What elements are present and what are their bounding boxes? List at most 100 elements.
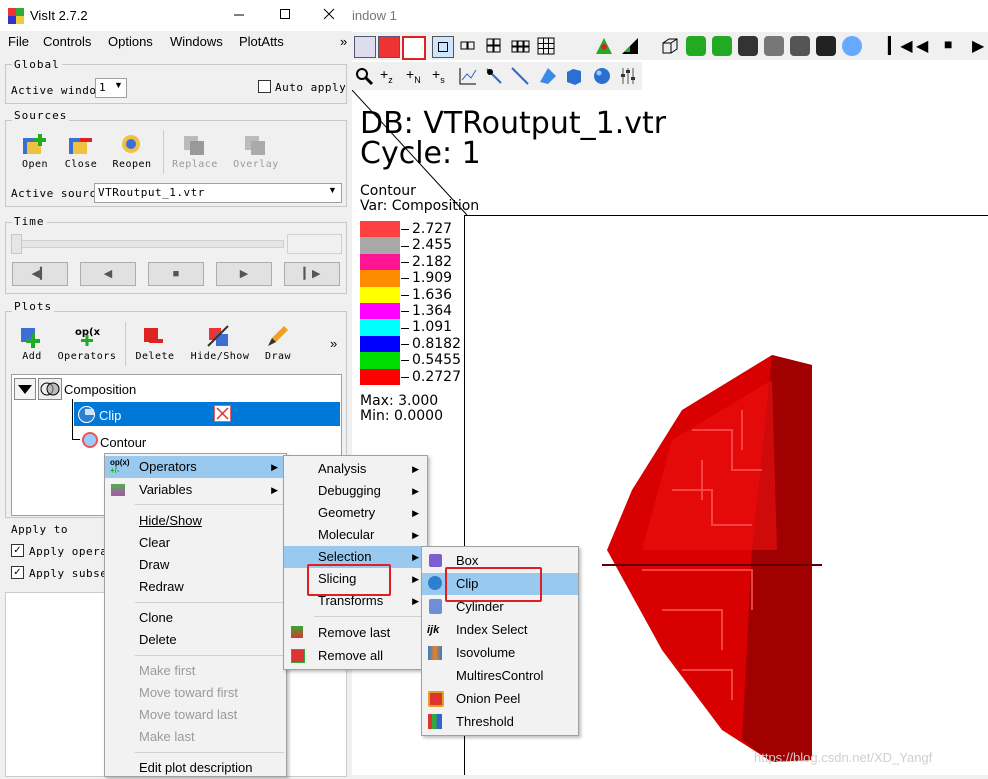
- step-forward-button[interactable]: ▎▶: [284, 262, 340, 286]
- time-state-field[interactable]: [287, 234, 342, 254]
- clear-window-icon[interactable]: [402, 36, 426, 60]
- spin-icon[interactable]: [686, 36, 706, 56]
- menu-item-clear[interactable]: Clear: [105, 532, 286, 554]
- plot-visibility-icon[interactable]: [38, 378, 62, 400]
- menu-separator: [135, 752, 284, 753]
- menu-item-molecular[interactable]: Molecular ▶: [284, 524, 427, 546]
- sliders-icon[interactable]: [618, 66, 638, 86]
- camera-icon-5[interactable]: [816, 36, 836, 56]
- menu-item-onion-peel[interactable]: Onion Peel: [422, 688, 578, 710]
- menu-item-analysis[interactable]: Analysis ▶: [284, 458, 427, 480]
- close-button[interactable]: [306, 4, 352, 26]
- menu-item-variables[interactable]: Variables ▶: [105, 479, 286, 501]
- plots-more-button[interactable]: »: [330, 336, 337, 351]
- add-n-icon[interactable]: +N: [406, 66, 426, 86]
- copy-window-icon[interactable]: [354, 36, 376, 58]
- operators-button[interactable]: op(x) Operators: [54, 324, 120, 364]
- menu-item-index-select[interactable]: ijk Index Select: [422, 619, 578, 641]
- prev-frame-icon[interactable]: ◀: [916, 36, 936, 56]
- stop-button[interactable]: ■: [148, 262, 204, 286]
- first-frame-icon[interactable]: ▎◀: [888, 36, 913, 56]
- stop-anim-icon[interactable]: ■: [944, 36, 964, 56]
- minimize-button[interactable]: [216, 4, 262, 26]
- menu-item-make-first[interactable]: Make first: [105, 660, 286, 682]
- lock-time-icon[interactable]: [620, 36, 640, 56]
- layout-1x2-icon[interactable]: [458, 36, 478, 56]
- menu-item-redraw[interactable]: Redraw: [105, 576, 286, 598]
- draw-button[interactable]: Draw: [258, 324, 298, 364]
- step-back-button[interactable]: ◀▎: [12, 262, 68, 286]
- menu-item-edit-plot-description[interactable]: Edit plot description: [105, 757, 286, 779]
- menu-item-draw[interactable]: Draw: [105, 554, 286, 576]
- menu-item-multirescontrol[interactable]: MultiresControl: [422, 665, 578, 687]
- hide-show-button[interactable]: Hide/Show: [190, 324, 250, 364]
- menu-item-isovolume[interactable]: Isovolume: [422, 642, 578, 664]
- box-tool-icon[interactable]: [564, 66, 584, 86]
- pick-icon[interactable]: [484, 66, 504, 86]
- auto-apply-checkbox[interactable]: [258, 80, 271, 93]
- menu-item-remove-all[interactable]: Remove all: [284, 645, 427, 667]
- open-button[interactable]: Open: [16, 132, 54, 172]
- menu-item-move-toward-first[interactable]: Move toward first: [105, 682, 286, 704]
- menu-item-hide-show[interactable]: Hide/Show: [105, 510, 286, 532]
- lock-view-icon[interactable]: [594, 36, 614, 56]
- next-frame-icon[interactable]: ▶: [972, 36, 988, 56]
- camera-icon-6[interactable]: [842, 36, 862, 56]
- legend-tick: [401, 294, 409, 296]
- time-slider[interactable]: [12, 240, 284, 248]
- plane-tool-icon[interactable]: [538, 66, 558, 86]
- replace-button[interactable]: Replace: [170, 132, 220, 172]
- sphere-tool-icon[interactable]: [592, 66, 612, 86]
- layout-3x3-icon[interactable]: [536, 36, 556, 56]
- add-plot-button[interactable]: Add: [14, 324, 50, 364]
- menu-file[interactable]: File: [8, 34, 29, 49]
- delete-plot-button[interactable]: Delete: [134, 324, 176, 364]
- perspective-icon[interactable]: [660, 36, 680, 56]
- close-source-button[interactable]: Close: [62, 132, 100, 172]
- add-z-icon[interactable]: +z: [380, 66, 400, 86]
- menu-item-threshold[interactable]: Threshold: [422, 711, 578, 733]
- active-window-select[interactable]: 1 ▼: [95, 78, 127, 98]
- layout-2x3-icon[interactable]: [510, 36, 530, 56]
- play-back-button[interactable]: ◀: [80, 262, 136, 286]
- layout-2x2-icon[interactable]: [484, 36, 504, 56]
- camera-icon[interactable]: [712, 36, 732, 56]
- menu-windows[interactable]: Windows: [170, 34, 223, 49]
- camera-icon-2[interactable]: [738, 36, 758, 56]
- apply-subset-checkbox[interactable]: ✓: [11, 566, 24, 579]
- menu-item-operators[interactable]: op(x) +/- Operators ▶: [105, 456, 286, 478]
- reopen-icon: [122, 135, 140, 153]
- menu-item-move-toward-last[interactable]: Move toward last: [105, 704, 286, 726]
- maximize-button[interactable]: [262, 4, 308, 26]
- operator-item-clip[interactable]: Clip: [74, 402, 340, 426]
- add-s-icon[interactable]: +s: [432, 66, 452, 86]
- plot-item-composition[interactable]: Composition: [64, 382, 136, 397]
- curve-plot-icon[interactable]: [458, 66, 478, 86]
- zoom-icon[interactable]: [354, 66, 374, 86]
- active-source-select[interactable]: VTRoutput_1.vtr ▼: [94, 183, 342, 203]
- menu-item-make-last[interactable]: Make last: [105, 726, 286, 748]
- menu-more[interactable]: »: [340, 34, 347, 49]
- lineout-icon[interactable]: [510, 66, 530, 86]
- apply-operator-checkbox[interactable]: ✓: [11, 544, 24, 557]
- overlay-button[interactable]: Overlay: [230, 132, 282, 172]
- menu-options[interactable]: Options: [108, 34, 153, 49]
- play-button[interactable]: ▶: [216, 262, 272, 286]
- menu-item-geometry[interactable]: Geometry ▶: [284, 502, 427, 524]
- menu-item-remove-last[interactable]: Remove last: [284, 622, 427, 644]
- menu-controls[interactable]: Controls: [43, 34, 91, 49]
- remove-operator-icon[interactable]: [214, 405, 231, 422]
- menu-plotatts[interactable]: PlotAtts: [239, 34, 284, 49]
- layout-1x1-icon[interactable]: [432, 36, 454, 58]
- camera-icon-4[interactable]: [790, 36, 810, 56]
- camera-icon-3[interactable]: [764, 36, 784, 56]
- operator-item-contour[interactable]: Contour: [100, 435, 146, 450]
- expand-toggle[interactable]: [14, 378, 36, 400]
- copy-plots-icon[interactable]: [378, 36, 400, 58]
- menu-item-clone[interactable]: Clone: [105, 607, 286, 629]
- menu-item-delete[interactable]: Delete: [105, 629, 286, 651]
- reopen-button[interactable]: Reopen: [110, 132, 154, 172]
- menu-item-debugging[interactable]: Debugging ▶: [284, 480, 427, 502]
- time-slider-handle[interactable]: [11, 234, 22, 254]
- draw-icon: [268, 326, 288, 346]
